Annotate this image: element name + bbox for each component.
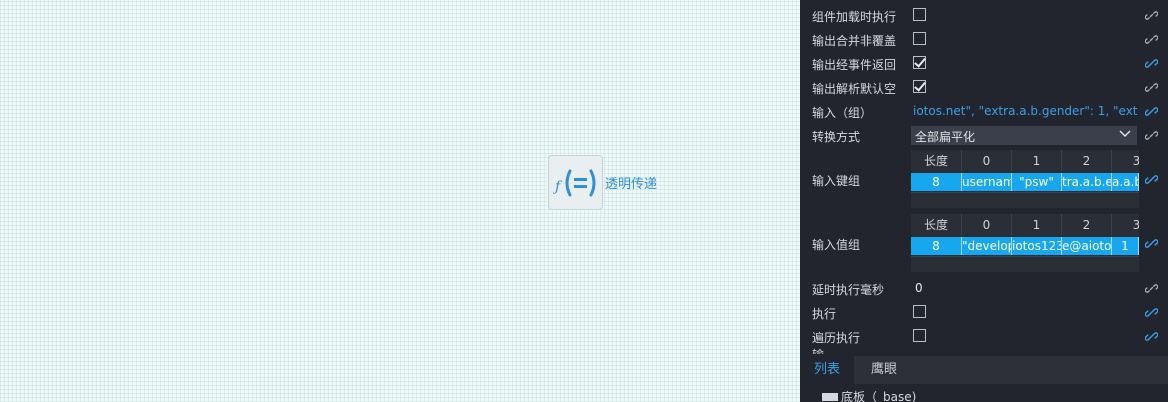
unlink-icon[interactable] [1145,33,1158,46]
column-header: 2 [1062,214,1112,236]
tab-list[interactable]: 列表 [800,356,855,384]
transparent-pass-node[interactable]: ƒ 透明传递 [548,155,657,210]
table-cell[interactable]: tra.a.b.em [1062,173,1112,191]
table-cell[interactable]: "psw" [1012,173,1062,191]
link-icon[interactable] [1145,173,1158,186]
column-header: 0 [962,214,1012,236]
tree-item-base[interactable]: 底板（_base) [822,388,916,402]
row-label: 输出解析默认空 [812,82,897,96]
row-label: 组件加载时执行 [812,10,897,24]
table-cell[interactable]: iotos12345 [1012,237,1062,255]
row-label: 执行 [812,307,837,321]
property-panel: 组件加载时执行 输出合并非覆盖 输出经事件返回 输出解析默认空 输入（组） io… [800,0,1168,402]
column-header: 0 [962,150,1012,172]
table-cell[interactable]: username [962,173,1012,191]
column-header: 1 [1012,150,1062,172]
row-key-group: 输入键组 长度 0 1 2 3 8 username "psw" tra.a.b… [800,149,1168,211]
row-parse-empty: 输出解析默认空 [800,76,1168,100]
row-convert: 转换方式 全部扁平化 [800,124,1168,148]
row-via-event: 输出经事件返回 [800,52,1168,76]
link-icon[interactable] [1145,105,1158,118]
function-icon: ƒ [548,155,603,210]
link-icon[interactable] [1145,237,1158,250]
row-label: 输入（组） [812,106,873,120]
row-label: 遍历执行 [812,331,861,345]
row-label: 输入键组 [812,174,861,188]
column-header: 3 [1112,214,1139,236]
via-event-checkbox[interactable] [913,56,926,69]
column-header: 1 [1012,214,1062,236]
link-icon[interactable] [1145,306,1158,319]
row-traverse: 遍历执行 [800,325,1168,349]
tree-item-label: 底板（_base) [841,390,917,402]
table-cell[interactable]: 1 [1112,237,1139,255]
column-header: 长度 [911,150,962,172]
bottom-tabs: 列表 鹰眼 [800,356,1168,384]
key-group-table[interactable]: 长度 0 1 2 3 8 username "psw" tra.a.b.em a… [911,150,1139,208]
row-label: 输入值组 [812,238,861,252]
select-value: 全部扁平化 [915,130,976,144]
row-value-group: 输入值组 长度 0 1 2 3 8 "develop" iotos12345 e… [800,213,1168,275]
input-group-value[interactable]: iotos.net", "extra.a.b.gender": 1, "extr… [913,104,1138,118]
link-icon[interactable] [1145,330,1158,343]
unlink-icon[interactable] [1145,81,1158,94]
node-label: 透明传递 [605,177,658,192]
row-merge: 输出合并非覆盖 [800,28,1168,52]
execute-checkbox[interactable] [913,305,926,318]
table-cell[interactable]: 8 [911,173,962,191]
merge-checkbox[interactable] [913,32,926,45]
tab-eagle-eye[interactable]: 鹰眼 [857,356,911,384]
row-label: 转换方式 [812,130,861,144]
link-icon[interactable] [1145,57,1158,70]
parse-empty-checkbox[interactable] [913,80,926,93]
convert-mode-select[interactable]: 全部扁平化 [911,126,1137,145]
row-label: 输出合并非覆盖 [812,34,897,48]
unlink-icon[interactable] [1145,9,1158,22]
table-cell[interactable]: "develop" [962,237,1012,255]
unlink-icon[interactable] [1145,129,1158,142]
delay-value[interactable]: 0 [915,281,923,295]
chevron-down-icon [1119,130,1131,137]
unlink-icon[interactable] [1145,282,1158,295]
table-cell[interactable]: a.a.b [1112,173,1139,191]
row-delay: 延时执行毫秒 0 [800,277,1168,301]
traverse-checkbox[interactable] [913,329,926,342]
load-exec-checkbox[interactable] [913,8,926,21]
value-group-table[interactable]: 长度 0 1 2 3 8 "develop" iotos12345 e@aiot… [911,214,1139,272]
column-header: 2 [1062,150,1112,172]
row-label: 输出经事件返回 [812,58,897,72]
column-header: 长度 [911,214,962,236]
table-cell[interactable]: 8 [911,237,962,255]
partial-row-label: 输出 [812,346,832,354]
svg-text:ƒ: ƒ [553,179,563,195]
row-label: 延时执行毫秒 [812,283,885,297]
column-header: 3 [1112,150,1139,172]
table-cell[interactable]: e@aiotos [1062,237,1112,255]
row-input-group: 输入（组） iotos.net", "extra.a.b.gender": 1,… [800,100,1168,124]
row-load-exec: 组件加载时执行 [800,4,1168,28]
layer-icon [822,392,838,401]
row-execute: 执行 [800,301,1168,325]
